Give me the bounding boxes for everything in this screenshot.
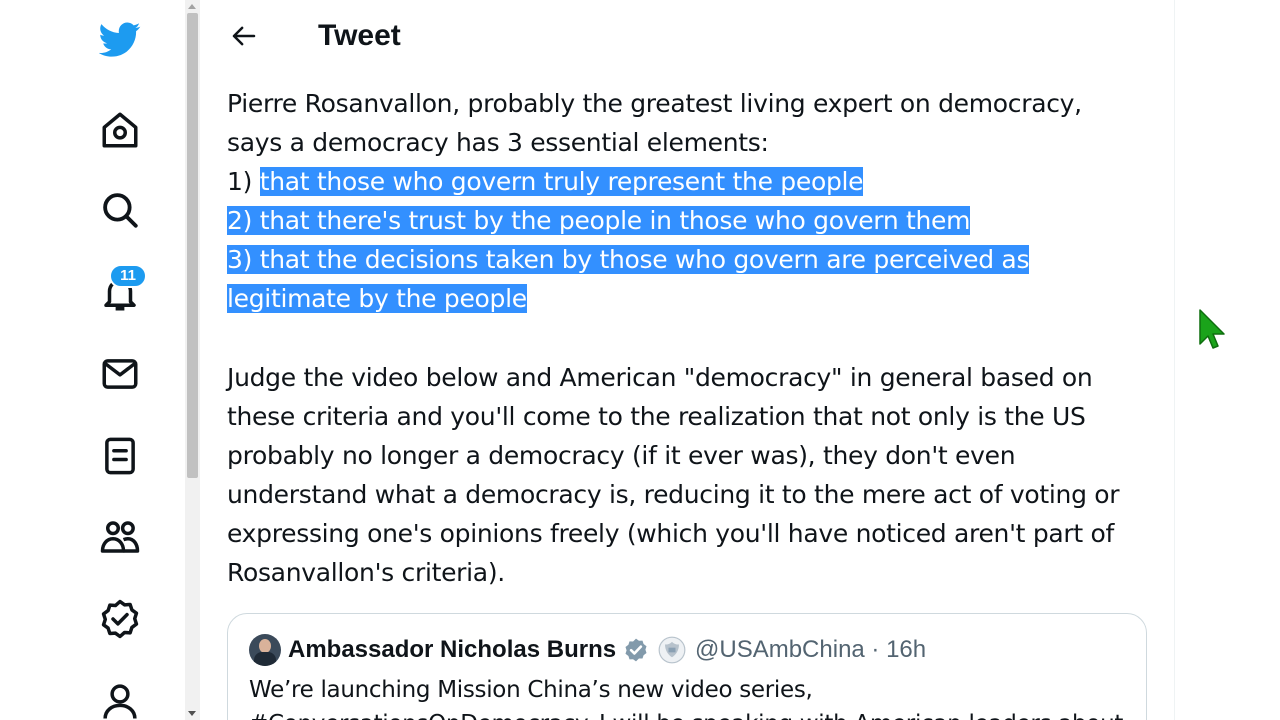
search-icon[interactable] bbox=[97, 187, 143, 233]
tweet-list-item-2: 2) that there's trust by the people in t… bbox=[227, 201, 1162, 240]
tweet-line: Pierre Rosanvallon, probably the greates… bbox=[227, 89, 1082, 118]
mail-icon[interactable] bbox=[97, 351, 143, 397]
page-header: Tweet bbox=[200, 0, 1175, 72]
tweet-list-item-1: 1) that those who govern truly represent… bbox=[227, 162, 1162, 201]
quoted-tweet-card[interactable]: Ambassador Nicholas Burns @USAmbChina · … bbox=[227, 613, 1147, 720]
scrollbar-thumb[interactable] bbox=[187, 13, 198, 478]
quoted-author-handle[interactable]: @USAmbChina · 16h bbox=[695, 634, 926, 666]
tweet-list-item-3: 3) that the decisions taken by those who… bbox=[227, 240, 1162, 279]
tweet-line: Judge the video below and American "demo… bbox=[227, 363, 1093, 392]
tweet-list-item-3-cont: legitimate by the people bbox=[227, 279, 1162, 318]
verified-badge-icon[interactable] bbox=[97, 596, 143, 642]
lists-icon[interactable] bbox=[97, 433, 143, 479]
avatar[interactable] bbox=[249, 634, 281, 666]
page-title: Tweet bbox=[318, 19, 401, 52]
home-icon[interactable] bbox=[97, 107, 143, 153]
back-arrow-icon bbox=[232, 26, 256, 46]
mouse-cursor-icon bbox=[1199, 309, 1225, 349]
selected-text: 3) that the decisions taken by those who… bbox=[227, 245, 1030, 274]
scrollbar[interactable] bbox=[185, 0, 200, 720]
selected-text: that those who govern truly represent th… bbox=[259, 167, 864, 196]
state-department-seal-icon bbox=[658, 636, 686, 664]
sidebar-nav: 11 bbox=[0, 0, 185, 720]
tweet-line: understand what a democracy is, reducing… bbox=[227, 480, 1120, 509]
twitter-logo-icon[interactable] bbox=[97, 16, 143, 62]
back-button[interactable] bbox=[224, 16, 264, 56]
gray-verified-icon bbox=[625, 638, 647, 662]
profile-icon[interactable] bbox=[97, 678, 143, 720]
tweet-line: probably no longer a democracy (if it ev… bbox=[227, 441, 1016, 470]
quoted-tweet-text: #ConversationsOnDemocracy. I will be spe… bbox=[249, 708, 1129, 720]
selected-text: 2) that there's trust by the people in t… bbox=[227, 206, 971, 235]
tweet-line: these criteria and you'll come to the re… bbox=[227, 402, 1086, 431]
tweet-paragraph-2: Judge the video below and American "demo… bbox=[227, 358, 1162, 592]
main-column: Tweet Pierre Rosanvallon, probably the g… bbox=[200, 0, 1175, 720]
tweet-body: Pierre Rosanvallon, probably the greates… bbox=[227, 84, 1162, 318]
page: 11 Tweet Pierre Rosanvallon, probably th… bbox=[0, 0, 1280, 720]
quoted-tweet-text: We’re launching Mission China’s new vide… bbox=[249, 677, 813, 703]
scroll-down-arrow-icon[interactable] bbox=[188, 711, 196, 716]
quoted-author-name[interactable]: Ambassador Nicholas Burns bbox=[288, 634, 616, 666]
communities-icon[interactable] bbox=[97, 514, 143, 560]
scroll-up-arrow-icon[interactable] bbox=[188, 4, 196, 9]
selected-text: legitimate by the people bbox=[227, 284, 527, 313]
notification-badge: 11 bbox=[109, 264, 147, 288]
tweet-line: Rosanvallon's criteria). bbox=[227, 558, 505, 587]
list-item-number: 1) bbox=[227, 167, 260, 196]
tweet-line: says a democracy has 3 essential element… bbox=[227, 128, 769, 157]
tweet-line: expressing one's opinions freely (which … bbox=[227, 519, 1115, 548]
